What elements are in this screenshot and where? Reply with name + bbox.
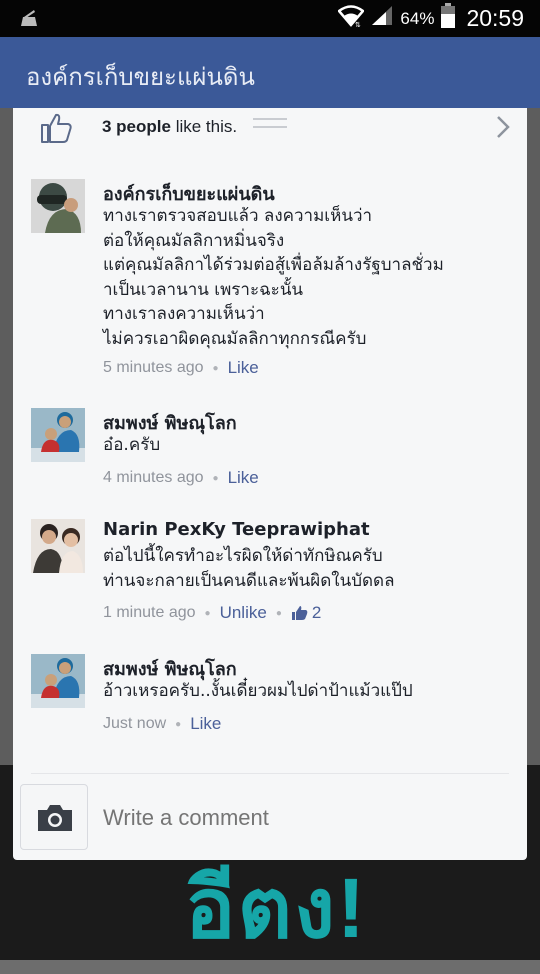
camera-icon (38, 805, 72, 831)
comment-composer (13, 780, 527, 860)
comment-time[interactable]: Just now (103, 715, 166, 733)
comment-meta: 5 minutes ago ● Like (103, 358, 259, 378)
avatar[interactable] (31, 179, 85, 233)
separator-dot: ● (212, 472, 219, 484)
likes-count: 3 people (102, 117, 171, 136)
page-title: องค์กรเก็บขยะแผ่นดิน (26, 63, 255, 91)
comment-text: ต่อไปนี้ใครทำอะไรผิดให้ด่าทักษิณครับ ท่า… (103, 546, 395, 591)
avatar[interactable] (31, 654, 85, 708)
clock: 20:59 (466, 5, 524, 31)
chevron-right-icon[interactable] (495, 114, 511, 144)
android-debug-icon (18, 8, 40, 32)
comment-author[interactable]: Narin PexKy Teeprawiphat (103, 519, 370, 540)
comment-text: ทางเราตรวจสอบแล้ว ลงความเห็นว่า ต่อให้คุ… (103, 206, 444, 349)
unlike-button[interactable]: Unlike (220, 603, 267, 623)
like-count-value: 2 (311, 603, 322, 622)
app-bar: องค์กรเก็บขยะแผ่นดิน (0, 37, 540, 108)
add-photo-button[interactable] (20, 784, 88, 850)
status-bar: ⇅ 64% 20:59 (0, 0, 540, 37)
comment-time[interactable]: 4 minutes ago (103, 469, 204, 487)
avatar[interactable] (31, 519, 85, 573)
drag-handle[interactable] (253, 118, 287, 128)
wifi-icon: ⇅ (337, 5, 366, 32)
comment-text: อ๋อ.ครับ (103, 435, 161, 455)
comment-time[interactable]: 1 minute ago (103, 604, 196, 622)
like-button[interactable]: Like (190, 714, 221, 734)
like-button[interactable]: Like (228, 358, 259, 378)
battery-icon (440, 3, 456, 34)
status-icons: ⇅ 64% 20:59 (337, 0, 524, 37)
comment-time[interactable]: 5 minutes ago (103, 359, 204, 377)
likes-suffix: like this. (170, 117, 238, 136)
like-thumb-icon (291, 606, 308, 620)
svg-text:⇅: ⇅ (355, 21, 361, 27)
likes-summary[interactable]: 3 people like this. (102, 117, 237, 137)
like-button[interactable]: Like (228, 468, 259, 488)
avatar[interactable] (31, 408, 85, 462)
comment-like-count[interactable]: 2 (291, 603, 321, 623)
separator-dot: ● (275, 607, 282, 619)
signal-icon (370, 5, 394, 32)
comment-meta: Just now ● Like (103, 714, 221, 734)
separator-dot: ● (204, 607, 211, 619)
background-post-text: อีตง! (185, 861, 367, 955)
comments-panel: 3 people like this. องค์กรเก็บขยะแผ่นดิน… (13, 108, 527, 860)
comment-meta: 1 minute ago ● Unlike ● 2 (103, 603, 321, 623)
divider (31, 773, 509, 774)
comment-meta: 4 minutes ago ● Like (103, 468, 259, 488)
separator-dot: ● (212, 362, 219, 374)
like-thumb-icon (39, 112, 73, 148)
battery-percent: 64% (400, 8, 435, 28)
comment-input[interactable] (103, 805, 503, 831)
separator-dot: ● (175, 718, 182, 730)
comment-text: อ้าวเหรอครับ..งั้นเดี๋ยวผมไปด่าป้าแม้วแป… (103, 681, 413, 701)
likes-row[interactable]: 3 people like this. (13, 108, 527, 148)
